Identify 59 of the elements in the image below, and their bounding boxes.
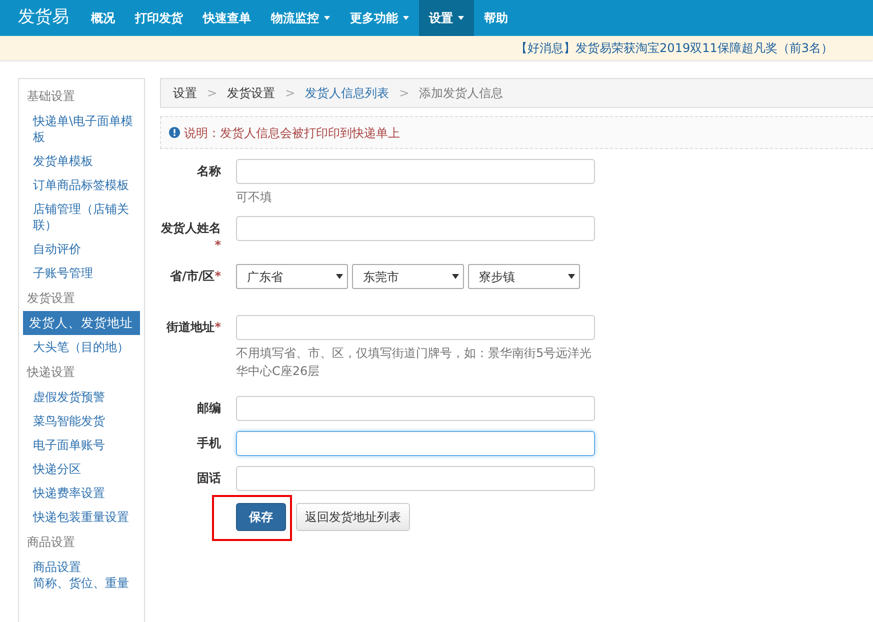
text-field[interactable] xyxy=(236,431,595,456)
sidebar-item[interactable]: 菜鸟智能发货 xyxy=(23,409,140,433)
nav-tab[interactable]: 物流监控 xyxy=(261,0,340,36)
sidebar-item[interactable]: 发货单模板 xyxy=(23,149,140,173)
sidebar-item[interactable]: 发货人、发货地址 xyxy=(23,311,140,335)
field-label: 名称 xyxy=(196,163,221,180)
field-label: 手机 xyxy=(196,435,221,452)
breadcrumb-link[interactable]: 发货人信息列表 xyxy=(305,84,390,102)
nav-tab[interactable]: 设置 xyxy=(419,0,474,36)
nav-tab[interactable]: 帮助 xyxy=(474,0,518,36)
info-icon xyxy=(169,127,180,138)
nav-tab[interactable]: 概况 xyxy=(81,0,125,36)
sidebar-item[interactable]: 店铺管理（店铺关联） xyxy=(23,197,140,237)
help-text: 不用填写省、市、区，仅填写街道门牌号，如：景华南街5号远洋光华中心C座26层 xyxy=(236,345,593,380)
sidebar-item[interactable]: 电子面单账号 xyxy=(23,433,140,457)
sidebar-item[interactable]: 子账号管理 xyxy=(23,261,140,285)
back-button[interactable]: 返回发货地址列表 xyxy=(296,503,410,531)
field-label: 省/市/区* xyxy=(168,268,221,285)
help-text: 可不填 xyxy=(236,189,273,206)
sidebar-item[interactable]: 订单商品标签模板 xyxy=(23,173,140,197)
sidebar-item[interactable]: 快递费率设置 xyxy=(23,481,140,505)
dropdown-arrow-icon xyxy=(568,274,575,279)
sidebar-group-title: 商品设置 xyxy=(26,534,76,551)
text-field[interactable] xyxy=(236,159,595,184)
sidebar-group-title: 基础设置 xyxy=(26,88,76,105)
breadcrumb-item: 添加发货人信息 xyxy=(419,85,504,102)
field-label: 固话 xyxy=(196,470,221,487)
text-field[interactable] xyxy=(236,216,595,241)
note-text: 说明：发货人信息会被打印印到快递单上 xyxy=(184,124,400,142)
select-field[interactable]: 广东省 xyxy=(236,264,348,289)
text-field[interactable] xyxy=(236,396,595,421)
dropdown-arrow-icon xyxy=(336,274,343,279)
field-label: 发货人姓名 * xyxy=(160,220,221,254)
sidebar-group-title: 发货设置 xyxy=(26,290,76,307)
nav-tab[interactable]: 更多功能 xyxy=(340,0,419,36)
text-field[interactable] xyxy=(236,466,595,491)
nav-tab[interactable]: 打印发货 xyxy=(125,0,193,36)
sidebar-item[interactable]: 快递分区 xyxy=(23,457,140,481)
breadcrumb-separator: > xyxy=(399,85,410,102)
select-field[interactable]: 寮步镇 xyxy=(468,264,580,289)
save-button[interactable]: 保存 xyxy=(236,503,286,531)
dropdown-arrow-icon xyxy=(452,274,459,279)
sidebar-item[interactable]: 虚假发货预警 xyxy=(23,385,140,409)
select-field[interactable]: 东莞市 xyxy=(352,264,464,289)
breadcrumb-item: 发货设置 xyxy=(227,85,276,102)
nav-tab[interactable]: 快速查单 xyxy=(193,0,261,36)
breadcrumb-separator: > xyxy=(285,85,296,102)
sidebar-item[interactable]: 大头笔（目的地） xyxy=(23,335,140,359)
sidebar-group-title: 快递设置 xyxy=(26,364,76,381)
breadcrumb-separator: > xyxy=(207,85,218,102)
field-label: 邮编 xyxy=(196,400,221,417)
sidebar-item[interactable]: 快递单\电子面单模板 xyxy=(23,109,140,149)
brand-logo[interactable]: 发货易 xyxy=(0,0,81,36)
breadcrumb-item: 设置 xyxy=(173,85,197,102)
sidebar-item[interactable]: 快递包装重量设置 xyxy=(23,505,140,529)
field-label: 街道地址* xyxy=(165,319,221,336)
text-field[interactable] xyxy=(236,315,595,340)
sidebar-item[interactable]: 自动评价 xyxy=(23,237,140,261)
sidebar-item[interactable]: 商品设置 简称、货位、重量 xyxy=(23,555,140,595)
